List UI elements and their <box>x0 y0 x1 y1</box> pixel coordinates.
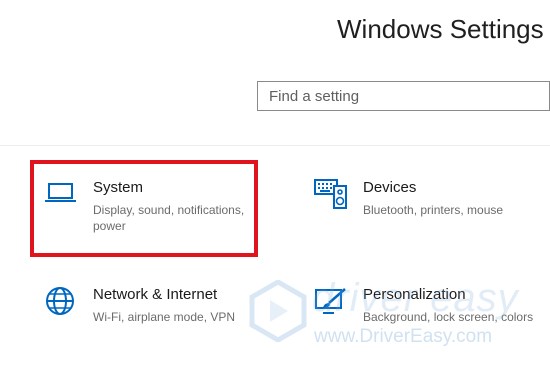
tile-personalization[interactable]: Personalization Background, lock screen,… <box>314 286 544 366</box>
tile-title: System <box>93 179 144 196</box>
tile-title: Devices <box>363 179 417 196</box>
keyboard-speaker-icon <box>314 179 348 209</box>
globe-icon <box>44 286 78 316</box>
tile-description: Background, lock screen, colors <box>363 310 534 324</box>
tile-description: Bluetooth, printers, mouse <box>363 203 504 217</box>
tile-title: Network & Internet <box>93 286 218 303</box>
tile-description: Display, sound, notifications, power <box>93 203 245 233</box>
page-title: Windows Settings <box>337 14 544 44</box>
search-box[interactable] <box>257 81 550 111</box>
search-input[interactable] <box>258 82 549 110</box>
tile-devices[interactable]: Devices Bluetooth, printers, mouse <box>314 179 544 259</box>
divider <box>0 145 550 146</box>
tile-description: Wi-Fi, airplane mode, VPN <box>93 310 236 324</box>
tile-system[interactable]: System Display, sound, notifications, po… <box>44 179 274 259</box>
paint-brush-icon <box>314 286 348 316</box>
tile-network[interactable]: Network & Internet Wi-Fi, airplane mode,… <box>44 286 274 366</box>
laptop-icon <box>44 179 78 209</box>
tile-title: Personalization <box>363 286 466 303</box>
